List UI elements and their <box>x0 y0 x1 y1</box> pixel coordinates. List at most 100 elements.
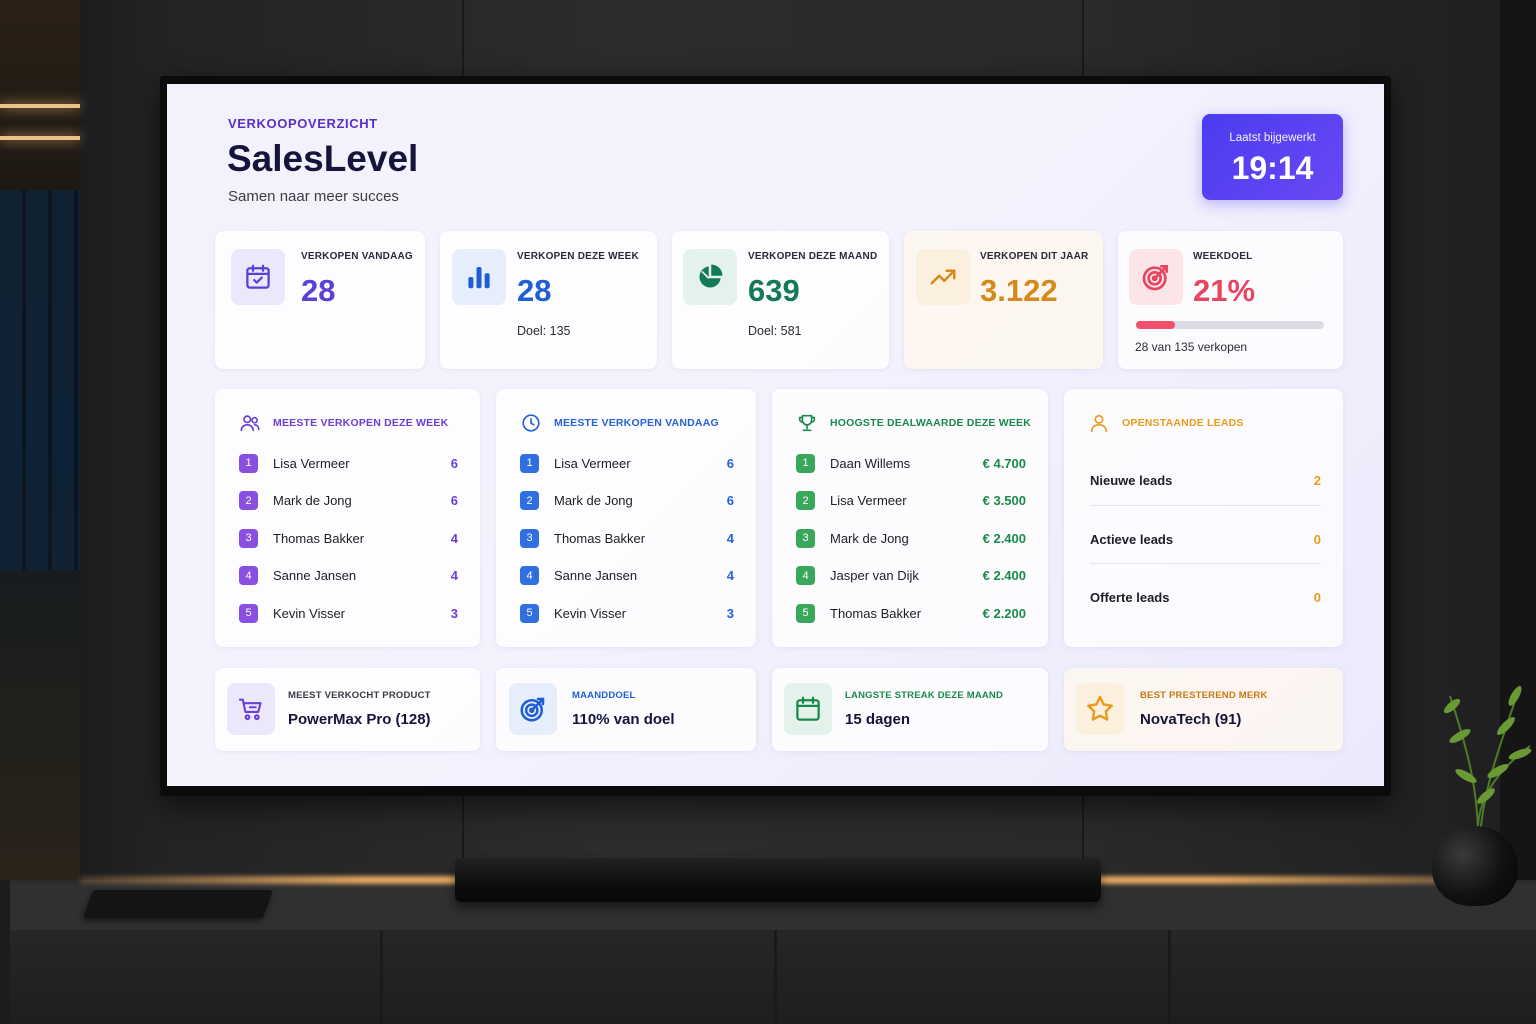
vase <box>1432 826 1518 906</box>
clock-icon <box>522 414 540 432</box>
rank-name: Kevin Visser <box>554 605 627 621</box>
dashboard-screen: VERKOOPOVERZICHT SalesLevel Samen naar m… <box>167 84 1384 786</box>
rank-value: 6 <box>450 493 458 508</box>
left-room-window <box>0 0 80 880</box>
list-title: OPENSTAANDE LEADS <box>1122 417 1244 429</box>
rank-value: € 2.200 <box>982 605 1026 621</box>
lead-name: Nieuwe leads <box>1090 472 1173 488</box>
lead-name: Offerte leads <box>1090 589 1170 605</box>
rank-value: 4 <box>450 530 458 546</box>
rank-name: Thomas Bakker <box>830 605 922 621</box>
trophy-icon <box>798 414 816 432</box>
rank-value: 3 <box>450 605 458 621</box>
rank-name: Mark de Jong <box>273 493 352 508</box>
list-card-week: MEESTE VERKOPEN DEZE WEEK 1 Lisa Vermeer 6… <box>215 389 480 647</box>
rank-badge: 1 <box>520 453 539 473</box>
rank-value: 6 <box>726 493 734 508</box>
ranking-row: 5 Kevin Visser 3 <box>520 603 734 623</box>
stat-goal: 28 van 135 verkopen <box>1135 340 1248 354</box>
ranking-row: 2 Lisa Vermeer € 3.500 <box>796 491 1026 511</box>
last-updated-label: Laatst bijgewerkt <box>1229 132 1316 144</box>
ranking-row: 5 Kevin Visser 3 <box>239 603 458 623</box>
ranking-row: 2 Mark de Jong 6 <box>239 491 458 511</box>
dashboard-kicker: VERKOOPOVERZICHT <box>228 116 378 131</box>
rank-value: 3 <box>726 605 734 621</box>
rank-value: 6 <box>726 455 734 471</box>
star-icon <box>1076 683 1124 735</box>
stat-label: VERKOPEN DEZE MAAND <box>748 251 878 262</box>
ranking-row: 2 Mark de Jong 6 <box>520 491 734 511</box>
stat-value: 28 <box>301 273 336 308</box>
highlight-value: PowerMax Pro (128) <box>288 711 431 728</box>
list-card-today: MEESTE VERKOPEN VANDAAG 1 Lisa Vermeer 6 2 M… <box>496 389 756 647</box>
ranking-row: 3 Thomas Bakker 4 <box>520 528 734 548</box>
rank-value: 6 <box>450 455 458 471</box>
list-header: HOOGSTE DEALWAARDE DEZE WEEK <box>796 412 1031 434</box>
rank-badge: 4 <box>520 566 539 585</box>
last-updated-time: 19:14 <box>1231 150 1314 186</box>
highlight-card-streak: LANGSTE STREAK DEZE MAAND 15 dagen <box>772 668 1048 751</box>
ranking-row: 3 Thomas Bakker 4 <box>239 528 458 548</box>
rank-badge: 4 <box>239 566 258 585</box>
lead-name: Actieve leads <box>1090 531 1174 547</box>
rank-badge: 5 <box>239 603 258 623</box>
ranking-row: 4 Jasper van Dijk € 2.400 <box>796 566 1026 586</box>
list-title: MEESTE VERKOPEN DEZE WEEK <box>273 417 449 429</box>
soundbar <box>455 858 1101 902</box>
users-icon <box>240 415 260 432</box>
stat-value: 21% <box>1193 273 1256 308</box>
leads-card: OPENSTAANDE LEADS Nieuwe leads 2 Actieve… <box>1064 389 1343 647</box>
rank-value: 4 <box>726 530 734 546</box>
stat-label: VERKOPEN VANDAAG <box>301 251 413 262</box>
list-header: MEESTE VERKOPEN VANDAAG <box>520 412 719 434</box>
calendar-check-icon <box>231 249 285 305</box>
stat-goal: Doel: 581 <box>748 324 802 338</box>
ranking-row: 1 Daan Willems € 4.700 <box>796 453 1026 473</box>
rank-name: Jasper van Dijk <box>830 568 919 583</box>
cabinet-seam <box>380 930 383 1024</box>
rank-value: € 3.500 <box>982 493 1026 508</box>
stat-label: VERKOPEN DEZE WEEK <box>517 251 639 262</box>
rank-value: 4 <box>450 568 458 583</box>
lead-row: Nieuwe leads 2 <box>1090 465 1321 495</box>
lead-row: Actieve leads 0 <box>1090 524 1321 554</box>
user-icon <box>1090 414 1108 433</box>
list-title: HOOGSTE DEALWAARDE DEZE WEEK <box>830 417 1032 429</box>
rank-badge: 3 <box>796 528 815 548</box>
stat-label: VERKOPEN DIT JAAR <box>980 251 1089 262</box>
rank-badge: 5 <box>520 603 539 623</box>
divider <box>1090 505 1321 506</box>
divider <box>1090 563 1321 564</box>
rank-badge: 5 <box>796 603 815 623</box>
rank-badge: 2 <box>796 491 815 510</box>
stat-card-month: VERKOPEN DEZE MAAND 639 Doel: 581 <box>672 231 889 369</box>
stat-goal: Doel: 135 <box>517 324 571 338</box>
list-header: OPENSTAANDE LEADS <box>1088 412 1244 434</box>
highlight-label: MAANDDOEL <box>572 690 636 701</box>
bar-chart-icon <box>452 249 506 305</box>
stat-card-year: VERKOPEN DIT JAAR 3.122 <box>904 231 1103 369</box>
rank-name: Kevin Visser <box>273 605 346 621</box>
target-icon <box>1129 249 1183 305</box>
lead-value: 0 <box>1313 589 1321 605</box>
ranking-row: 3 Mark de Jong € 2.400 <box>796 528 1026 548</box>
rank-value: € 2.400 <box>982 568 1026 583</box>
highlight-label: MEEST VERKOCHT PRODUCT <box>288 690 431 701</box>
rank-badge: 4 <box>796 566 815 585</box>
weekly-goal-progress-fill <box>1136 321 1176 329</box>
list-header: MEESTE VERKOPEN DEZE WEEK <box>239 412 448 434</box>
stat-label: WEEKDOEL <box>1193 251 1253 262</box>
trending-up-icon <box>916 249 970 305</box>
ranking-row: 4 Sanne Jansen 4 <box>520 566 734 586</box>
list-title: MEESTE VERKOPEN VANDAAG <box>554 417 719 429</box>
rank-name: Mark de Jong <box>554 493 633 508</box>
calendar-icon <box>784 683 832 735</box>
lead-value: 2 <box>1313 472 1321 488</box>
highlight-value: NovaTech (91) <box>1140 711 1242 728</box>
highlight-value: 110% van doel <box>572 711 675 728</box>
rank-value: € 2.400 <box>982 530 1026 546</box>
lead-row: Offerte leads 0 <box>1090 582 1321 612</box>
page-subtitle: Samen naar meer succes <box>228 188 399 205</box>
rank-badge: 1 <box>239 453 258 473</box>
rank-badge: 3 <box>239 528 258 548</box>
